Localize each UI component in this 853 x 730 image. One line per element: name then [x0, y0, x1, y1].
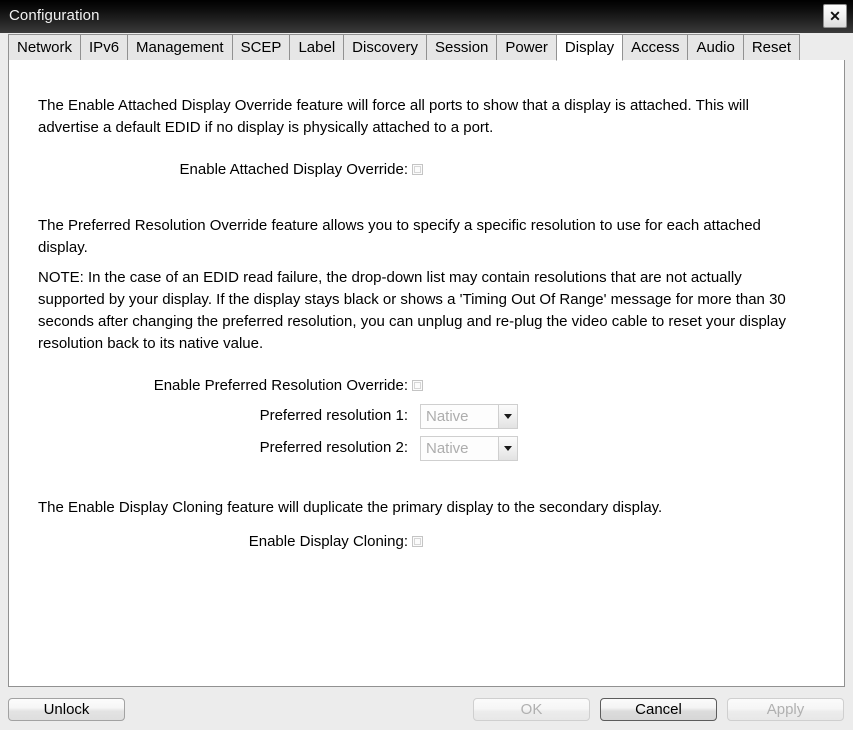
- preferred-resolution-override-row: Enable Preferred Resolution Override:: [38, 376, 458, 396]
- tab-access[interactable]: Access: [622, 34, 689, 60]
- tab-reset[interactable]: Reset: [742, 34, 801, 60]
- preferred-resolution-1-row: Preferred resolution 1: Native: [38, 404, 538, 429]
- display-cloning-label: Enable Display Cloning:: [248, 533, 408, 550]
- apply-button: Apply: [727, 698, 844, 721]
- preferred-resolution-1-label: Preferred resolution 1:: [259, 407, 408, 424]
- tab-display[interactable]: Display: [555, 34, 624, 61]
- preferred-resolution-override-label-box: Enable Preferred Resolution Override:: [38, 376, 408, 396]
- unlock-button[interactable]: Unlock: [8, 698, 125, 721]
- chevron-down-icon[interactable]: [498, 405, 517, 428]
- attached-display-override-checkbox[interactable]: [412, 164, 423, 175]
- preferred-resolution-2-row: Preferred resolution 2: Native: [38, 436, 538, 461]
- display-cloning-row: Enable Display Cloning:: [38, 532, 458, 552]
- preferred-resolution-2-label-box: Preferred resolution 2:: [38, 438, 408, 458]
- preferred-resolution-override-checkbox[interactable]: [412, 380, 423, 391]
- preferred-resolution-2-value: Native: [426, 440, 469, 457]
- cancel-button[interactable]: Cancel: [600, 698, 717, 721]
- dialog-footer: Unlock OK Cancel Apply: [0, 688, 853, 730]
- tab-network[interactable]: Network: [8, 34, 82, 60]
- tab-bar: Network IPv6 Management SCEP Label Disco…: [0, 33, 853, 61]
- display-settings-panel: The Enable Attached Display Override fea…: [8, 59, 845, 687]
- tab-discovery[interactable]: Discovery: [343, 34, 428, 60]
- window-title: Configuration: [9, 7, 100, 24]
- edid-note-description: NOTE: In the case of an EDID read failur…: [38, 269, 786, 352]
- attached-display-override-row: Enable Attached Display Override:: [38, 160, 458, 180]
- display-cloning-description: The Enable Display Cloning feature will …: [38, 499, 663, 516]
- chevron-down-icon[interactable]: [498, 437, 517, 460]
- tab-session[interactable]: Session: [426, 34, 498, 60]
- preferred-resolution-description: The Preferred Resolution Override featur…: [38, 217, 761, 256]
- preferred-resolution-1-value: Native: [426, 408, 469, 425]
- display-cloning-label-box: Enable Display Cloning:: [38, 532, 408, 552]
- preferred-resolution-2-label: Preferred resolution 2:: [259, 439, 408, 456]
- preferred-resolution-2-select[interactable]: Native: [420, 436, 518, 461]
- display-cloning-checkbox[interactable]: [412, 536, 423, 547]
- tab-power[interactable]: Power: [496, 34, 557, 60]
- preferred-resolution-override-label: Enable Preferred Resolution Override:: [153, 377, 408, 394]
- preferred-resolution-1-label-box: Preferred resolution 1:: [38, 406, 408, 426]
- tab-label[interactable]: Label: [289, 34, 345, 60]
- attached-display-override-label: Enable Attached Display Override:: [179, 161, 408, 178]
- tab-audio[interactable]: Audio: [687, 34, 744, 60]
- preferred-resolution-1-select[interactable]: Native: [420, 404, 518, 429]
- tab-ipv6[interactable]: IPv6: [80, 34, 129, 60]
- ok-button: OK: [473, 698, 590, 721]
- window-titlebar: Configuration ✕: [0, 0, 853, 33]
- close-icon[interactable]: ✕: [823, 4, 847, 28]
- tab-management[interactable]: Management: [127, 34, 233, 60]
- attached-display-override-label-box: Enable Attached Display Override:: [38, 160, 408, 180]
- tab-scep[interactable]: SCEP: [231, 34, 291, 60]
- attached-display-description: The Enable Attached Display Override fea…: [38, 97, 749, 136]
- configuration-window: Configuration ✕ Network IPv6 Management …: [0, 0, 853, 730]
